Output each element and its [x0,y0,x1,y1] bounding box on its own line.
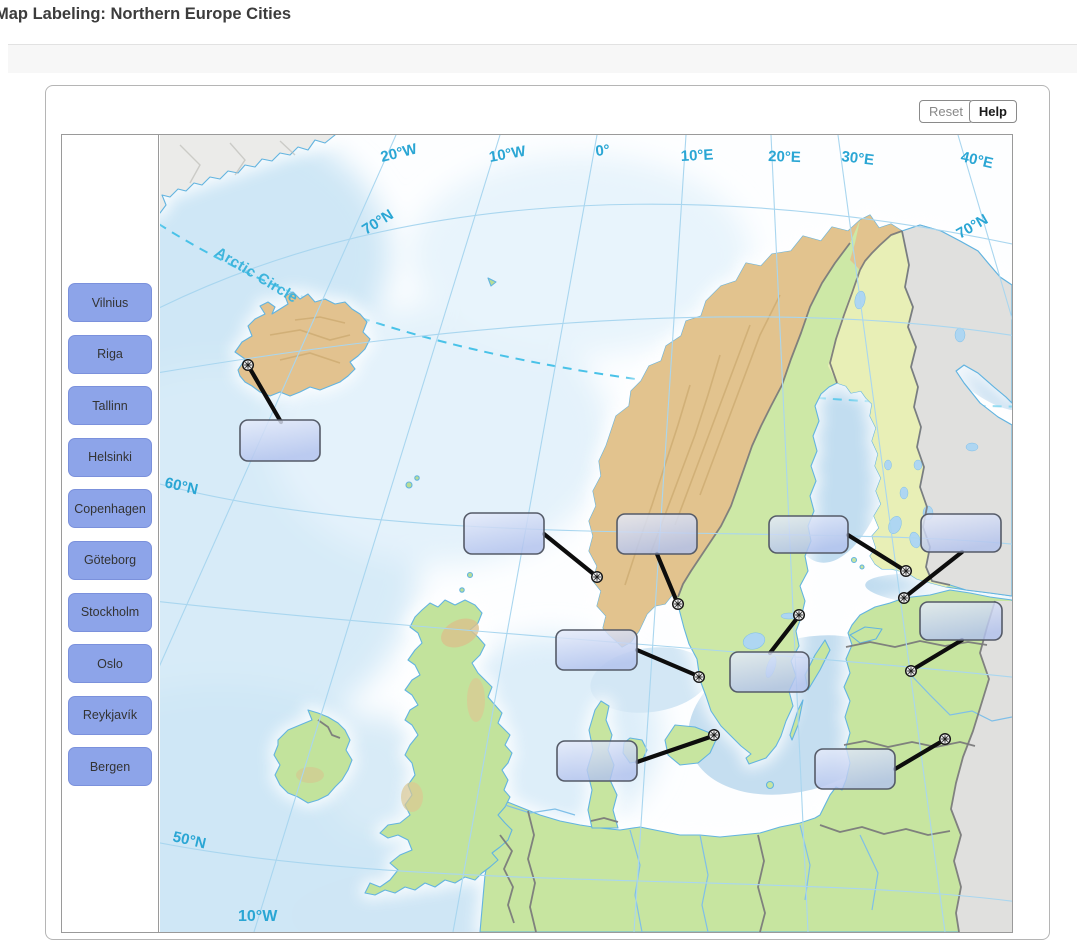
drop-zone-3[interactable] [616,513,698,555]
city-button-4[interactable]: Helsinki [68,437,152,477]
drop-zone-9[interactable] [556,740,638,782]
city-marker-2 [590,570,604,584]
city-word-bank: Vilnius Riga Tallinn Helsinki Copenhagen Göte… [62,135,159,932]
city-marker-6 [692,670,706,684]
drop-zone-2[interactable] [463,512,545,555]
reset-button[interactable]: Reset [919,100,973,123]
city-button-1[interactable]: Vilnius [68,283,152,322]
page: Map Labeling: Northern Europe Cities Res… [0,0,1077,947]
toolbar-strip [8,44,1077,73]
city-button-10[interactable]: Bergen [68,747,152,787]
city-marker-3 [671,597,685,611]
city-button-9[interactable]: Reykjavík [68,695,152,735]
drop-zone-1[interactable] [239,419,321,462]
city-marker-10 [938,732,952,746]
city-marker-4 [899,564,913,578]
drop-zone-10[interactable] [814,748,896,790]
city-marker-7 [792,608,806,622]
drop-zone-6[interactable] [555,629,638,671]
map-area: 20°W 10°W 0° 10°E 20°E 30°E 40°E 10°W 70°N 70°N 60… [160,135,1012,932]
help-button[interactable]: Help [968,100,1017,123]
map-board: Vilnius Riga Tallinn Helsinki Copenhagen Göte… [61,134,1013,933]
city-marker-9 [707,728,721,742]
longitude-label: 10°E [680,146,714,165]
city-button-7[interactable]: Stockholm [68,592,152,632]
city-button-3[interactable]: Tallinn [68,386,152,426]
city-button-6[interactable]: Göteborg [68,540,152,580]
city-button-8[interactable]: Oslo [68,644,152,684]
city-marker-5 [897,591,911,605]
city-marker-8 [904,664,918,678]
longitude-label: 20°E [768,148,801,166]
drop-zone-5[interactable] [920,513,1002,553]
drop-zone-7[interactable] [729,651,810,693]
drop-zone-4[interactable] [768,515,849,554]
longitude-label: 10°W [238,908,278,925]
map-svg: 20°W 10°W 0° 10°E 20°E 30°E 40°E10°W70°N 70°N60… [160,135,1012,932]
city-button-5[interactable]: Copenhagen [68,489,152,529]
longitude-label: 0° [595,142,611,160]
page-title: Map Labeling: Northern Europe Cities [0,5,292,23]
drop-zone-8[interactable] [919,601,1003,641]
city-marker-1 [241,358,255,372]
city-button-2[interactable]: Riga [68,334,152,374]
activity-card: Reset Help Vilnius Riga Tallinn Helsinki Cop… [45,85,1050,940]
